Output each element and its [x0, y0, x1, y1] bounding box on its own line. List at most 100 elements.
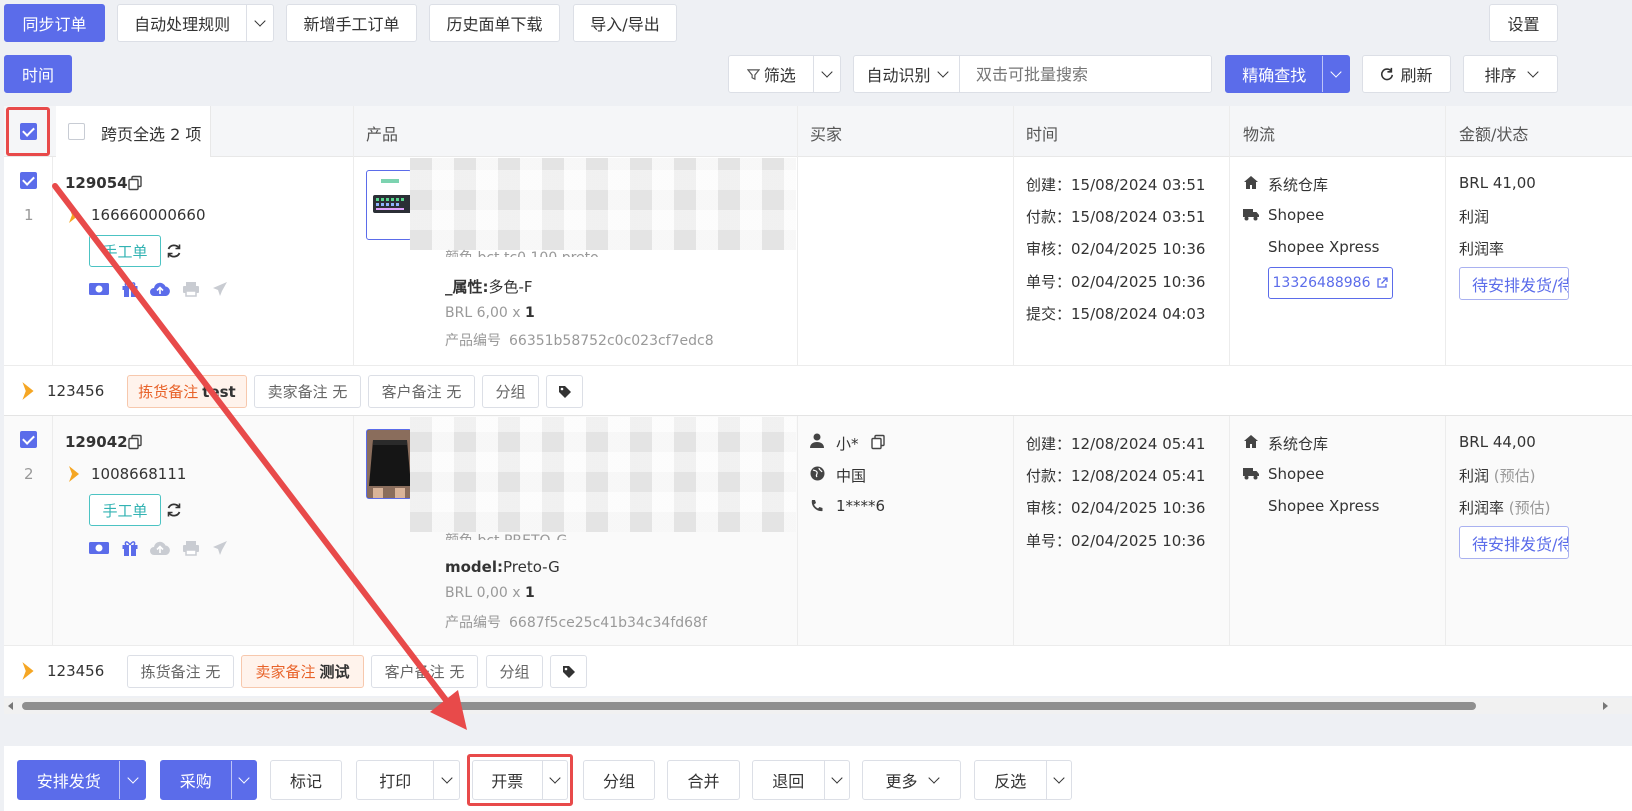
- shipping-service: Shopee Xpress: [1268, 497, 1380, 515]
- profit-text: 利润: [1459, 467, 1490, 485]
- chevron-down-icon: [821, 66, 833, 78]
- filter-button[interactable]: 筛选: [729, 56, 813, 92]
- auto-rules-split-button[interactable]: 自动处理规则: [117, 4, 274, 42]
- scroll-left-arrow[interactable]: [8, 702, 13, 710]
- airplane-icon[interactable]: [211, 539, 229, 557]
- group-tag[interactable]: 分组: [486, 655, 543, 688]
- order-status-button[interactable]: 待安排发货/待: [1459, 267, 1569, 300]
- gift-icon[interactable]: [121, 539, 139, 557]
- upload-cloud-icon[interactable]: [149, 281, 171, 297]
- tag-icon: [562, 665, 575, 678]
- row-select-checkbox[interactable]: [20, 431, 37, 448]
- airplane-icon[interactable]: [211, 280, 229, 298]
- invert-split-button[interactable]: 反选: [974, 760, 1072, 800]
- purchase-dropdown[interactable]: [230, 761, 256, 799]
- time-submitted: 提交：15/08/2024 04:03: [1026, 305, 1206, 323]
- gift-icon[interactable]: [121, 280, 139, 298]
- seller-note-tag[interactable]: 卖家备注 测试: [241, 655, 364, 688]
- invert-selection-button[interactable]: 反选: [975, 761, 1046, 799]
- order-footer: [4, 366, 1632, 416]
- funnel-icon: [746, 68, 760, 80]
- copy-icon[interactable]: [870, 434, 886, 450]
- invert-dropdown[interactable]: [1045, 761, 1071, 799]
- exact-search-split-button[interactable]: 精确查找: [1225, 55, 1350, 93]
- sort-button[interactable]: 排序: [1463, 55, 1558, 93]
- print-button[interactable]: 打印: [357, 761, 433, 799]
- money-icon[interactable]: [88, 540, 110, 556]
- customer-note-tag[interactable]: 客户备注 无: [368, 375, 475, 408]
- group-tag[interactable]: 分组: [482, 375, 539, 408]
- customer-note-tag[interactable]: 客户备注 无: [371, 655, 478, 688]
- purchase-button[interactable]: 采购: [161, 761, 231, 799]
- arrange-ship-dropdown[interactable]: [119, 761, 145, 799]
- seller-note-tag[interactable]: 卖家备注 无: [254, 375, 361, 408]
- merge-button[interactable]: 合并: [667, 760, 740, 800]
- exact-search-button[interactable]: 精确查找: [1226, 56, 1322, 92]
- tracking-number-link[interactable]: 13326488986: [1268, 267, 1393, 299]
- time-tracking: 单号：02/04/2025 10:36: [1026, 273, 1206, 291]
- sync-icon[interactable]: [166, 502, 182, 518]
- printer-icon[interactable]: [182, 540, 200, 556]
- upload-cloud-icon[interactable]: [149, 540, 171, 556]
- profit-rate-estimate: (预估): [1508, 499, 1551, 517]
- settings-button[interactable]: 设置: [1489, 4, 1558, 42]
- product-code: 产品编号 66351b58752c0c023cf7edc8: [445, 330, 714, 350]
- arrange-ship-split-button[interactable]: 安排发货: [17, 760, 146, 800]
- return-button[interactable]: 退回: [753, 761, 824, 799]
- history-download-button[interactable]: 历史面单下载: [429, 4, 560, 42]
- order-status-button[interactable]: 待安排发货/待: [1459, 526, 1569, 559]
- user-icon: [810, 433, 824, 448]
- manual-order-tag: 手工单: [89, 235, 161, 267]
- filter-dropdown[interactable]: [813, 56, 840, 92]
- auto-rules-button[interactable]: 自动处理规则: [118, 5, 246, 41]
- arrange-ship-button[interactable]: 安排发货: [18, 761, 119, 799]
- row-select-checkbox[interactable]: [20, 172, 37, 189]
- refresh-button[interactable]: 刷新: [1362, 55, 1451, 93]
- copy-icon[interactable]: [127, 434, 143, 450]
- picking-note-tag[interactable]: 拣货备注 test: [127, 375, 247, 408]
- return-dropdown[interactable]: [823, 761, 849, 799]
- sync-orders-button[interactable]: 同步订单: [4, 4, 105, 42]
- profit-rate-label: 利润率: [1459, 240, 1505, 258]
- shopee-flag-icon: [69, 207, 79, 223]
- search-input[interactable]: [960, 56, 1211, 92]
- picking-note-tag[interactable]: 拣货备注 无: [127, 655, 234, 688]
- select-all-pages-checkbox[interactable]: [68, 123, 85, 140]
- column-divider: [797, 416, 798, 646]
- printer-icon[interactable]: [182, 281, 200, 297]
- more-button[interactable]: 更多: [862, 760, 961, 800]
- mark-button[interactable]: 标记: [270, 760, 342, 800]
- label-tag-button[interactable]: [546, 375, 583, 408]
- label-tag-button[interactable]: [550, 655, 587, 688]
- copy-icon[interactable]: [127, 175, 143, 191]
- print-split-button[interactable]: 打印: [356, 760, 460, 800]
- picking-note-label: 拣货备注: [138, 383, 199, 401]
- product-thumbnail[interactable]: [366, 429, 412, 499]
- return-split-button[interactable]: 退回: [752, 760, 850, 800]
- carrier-name: Shopee: [1268, 206, 1325, 224]
- product-variant-partial: 颜色 bct PRETO-G: [445, 530, 567, 540]
- buyer-phone: 1****6: [836, 497, 886, 515]
- time-reviewed: 审核：02/04/2025 10:36: [1026, 499, 1206, 517]
- chevron-down-icon: [254, 15, 266, 27]
- add-manual-order-button[interactable]: 新增手工订单: [286, 4, 417, 42]
- auto-rules-dropdown[interactable]: [246, 5, 273, 41]
- time-filter-button[interactable]: 时间: [4, 55, 72, 93]
- sync-icon[interactable]: [166, 243, 182, 259]
- group-button[interactable]: 分组: [583, 760, 655, 800]
- import-export-button[interactable]: 导入/导出: [573, 4, 677, 42]
- money-icon[interactable]: [88, 281, 110, 297]
- time-created: 创建：15/08/2024 03:51: [1026, 176, 1206, 194]
- product-thumbnail[interactable]: [366, 170, 412, 240]
- column-divider: [353, 416, 354, 646]
- exact-search-dropdown[interactable]: [1322, 56, 1349, 92]
- auto-detect-select[interactable]: 自动识别: [854, 56, 960, 92]
- buyer-country: 中国: [836, 467, 867, 485]
- scroll-right-arrow[interactable]: [1603, 702, 1608, 710]
- horizontal-scrollbar-thumb[interactable]: [22, 702, 1476, 710]
- purchase-split-button[interactable]: 采购: [160, 760, 257, 800]
- filter-split-button[interactable]: 筛选: [728, 55, 841, 93]
- order-number[interactable]: 129054: [65, 174, 128, 192]
- print-dropdown[interactable]: [433, 761, 459, 799]
- order-number[interactable]: 129042: [65, 433, 128, 451]
